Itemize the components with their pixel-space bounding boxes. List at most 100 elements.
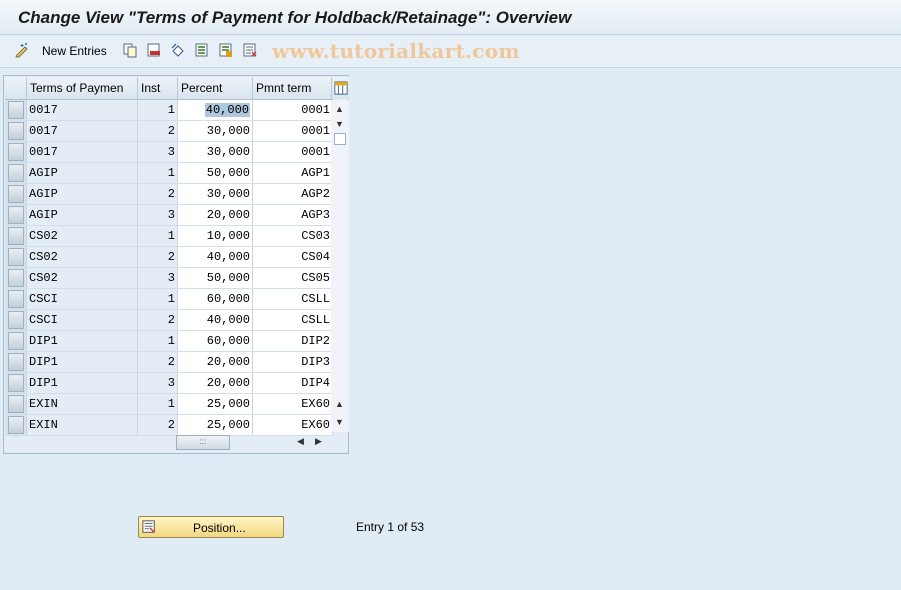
table-row: CSCI 2 40,000 CSLL (5, 309, 333, 331)
row-select-button[interactable] (8, 143, 24, 161)
row-selector[interactable] (5, 141, 27, 163)
cell-payment-term[interactable]: DIP3 (252, 351, 333, 373)
position-button[interactable]: Position... (138, 516, 284, 538)
table-settings-button[interactable] (331, 77, 349, 99)
percent-value: 20,000 (206, 354, 250, 369)
cell-percent[interactable]: 40,000 (177, 99, 253, 121)
cell-payment-term[interactable]: CS04 (252, 246, 333, 268)
cell-percent[interactable]: 40,000 (177, 309, 253, 331)
cell-installment: 2 (137, 183, 178, 205)
row-select-button[interactable] (8, 206, 24, 224)
scroll-right-icon[interactable]: ▶ (315, 436, 322, 447)
cell-payment-term[interactable]: 0001 (252, 141, 333, 163)
cell-payment-term[interactable]: AGP3 (252, 204, 333, 226)
cell-payment-term[interactable]: AGP1 (252, 162, 333, 184)
cell-payment-term[interactable]: 0001 (252, 120, 333, 142)
cell-terms-of-payment: CSCI (26, 309, 138, 331)
row-select-button[interactable] (8, 416, 24, 434)
row-select-button[interactable] (8, 101, 24, 119)
cell-payment-term[interactable]: CSLL (252, 309, 333, 331)
display-change-icon[interactable] (14, 42, 30, 58)
copy-icon[interactable] (122, 42, 138, 58)
column-header-terms[interactable]: Terms of Paymen (26, 77, 138, 100)
row-selector[interactable] (5, 414, 27, 436)
cell-percent[interactable]: 10,000 (177, 225, 253, 247)
percent-value: 40,000 (206, 312, 250, 327)
scroll-up-icon[interactable]: ▲ (335, 104, 344, 114)
row-selector[interactable] (5, 99, 27, 121)
cell-percent[interactable]: 60,000 (177, 330, 253, 352)
row-select-button[interactable] (8, 332, 24, 350)
row-selector[interactable] (5, 351, 27, 373)
cell-payment-term[interactable]: CS05 (252, 267, 333, 289)
row-selector[interactable] (5, 225, 27, 247)
cell-percent[interactable]: 30,000 (177, 183, 253, 205)
cell-percent[interactable]: 25,000 (177, 393, 253, 415)
percent-value: 60,000 (206, 333, 250, 348)
scroll-left-icon[interactable]: ◀ (297, 436, 304, 447)
row-selector[interactable] (5, 246, 27, 268)
select-all-icon[interactable] (194, 42, 210, 58)
row-select-button[interactable] (8, 269, 24, 287)
cell-percent[interactable]: 50,000 (177, 267, 253, 289)
cell-percent[interactable]: 30,000 (177, 120, 253, 142)
cell-payment-term[interactable]: EX60 (252, 414, 333, 436)
row-select-button[interactable] (8, 311, 24, 329)
row-selector[interactable] (5, 120, 27, 142)
row-selector[interactable] (5, 288, 27, 310)
cell-payment-term[interactable]: AGP2 (252, 183, 333, 205)
new-entries-button[interactable]: New Entries (42, 44, 107, 58)
cell-payment-term[interactable]: DIP4 (252, 372, 333, 394)
select-block-icon[interactable] (218, 42, 234, 58)
column-header-pmnt-term[interactable]: Pmnt term (252, 77, 333, 100)
cell-installment: 2 (137, 351, 178, 373)
row-selector[interactable] (5, 267, 27, 289)
row-selector[interactable] (5, 183, 27, 205)
scroll-page-down-icon[interactable]: ▼ (335, 417, 344, 427)
row-select-button[interactable] (8, 185, 24, 203)
scroll-down-icon[interactable]: ▼ (335, 119, 344, 129)
row-selector[interactable] (5, 330, 27, 352)
deselect-all-icon[interactable] (242, 42, 258, 58)
cell-payment-term[interactable]: 0001 (252, 99, 333, 121)
row-selector[interactable] (5, 162, 27, 184)
row-select-button[interactable] (8, 248, 24, 266)
select-all-rows-button[interactable] (5, 77, 27, 100)
scroll-thumb[interactable] (334, 133, 346, 145)
cell-percent[interactable]: 20,000 (177, 204, 253, 226)
row-select-button[interactable] (8, 290, 24, 308)
delete-icon[interactable] (146, 42, 162, 58)
cell-percent[interactable]: 60,000 (177, 288, 253, 310)
percent-value: 30,000 (206, 144, 250, 159)
cell-percent[interactable]: 40,000 (177, 246, 253, 268)
scroll-page-up-icon[interactable]: ▲ (335, 399, 344, 409)
cell-payment-term[interactable]: CS03 (252, 225, 333, 247)
row-select-button[interactable] (8, 374, 24, 392)
undo-icon[interactable] (170, 42, 186, 58)
cell-percent[interactable]: 25,000 (177, 414, 253, 436)
cell-percent[interactable]: 50,000 (177, 162, 253, 184)
vertical-scrollbar[interactable]: ▲ ▼ ▲ ▼ (331, 100, 349, 432)
row-selector[interactable] (5, 309, 27, 331)
row-select-button[interactable] (8, 353, 24, 371)
cell-payment-term[interactable]: DIP2 (252, 330, 333, 352)
row-select-button[interactable] (8, 122, 24, 140)
row-selector[interactable] (5, 393, 27, 415)
row-select-button[interactable] (8, 164, 24, 182)
row-selector[interactable] (5, 372, 27, 394)
cell-installment: 2 (137, 309, 178, 331)
table-row: DIP1 2 20,000 DIP3 (5, 351, 333, 373)
row-select-button[interactable] (8, 227, 24, 245)
row-select-button[interactable] (8, 395, 24, 413)
cell-payment-term[interactable]: EX60 (252, 393, 333, 415)
cell-payment-term[interactable]: CSLL (252, 288, 333, 310)
column-header-percent[interactable]: Percent (177, 77, 253, 100)
column-header-inst[interactable]: Inst (137, 77, 178, 100)
horizontal-scrollbar[interactable]: ::: ◀ ▶ (176, 433, 331, 451)
row-selector[interactable] (5, 204, 27, 226)
cell-percent[interactable]: 20,000 (177, 372, 253, 394)
cell-percent[interactable]: 20,000 (177, 351, 253, 373)
cell-percent[interactable]: 30,000 (177, 141, 253, 163)
horizontal-scroll-thumb[interactable]: ::: (176, 435, 230, 450)
application-toolbar: New Entries www.tutorialkart.com (0, 36, 901, 68)
